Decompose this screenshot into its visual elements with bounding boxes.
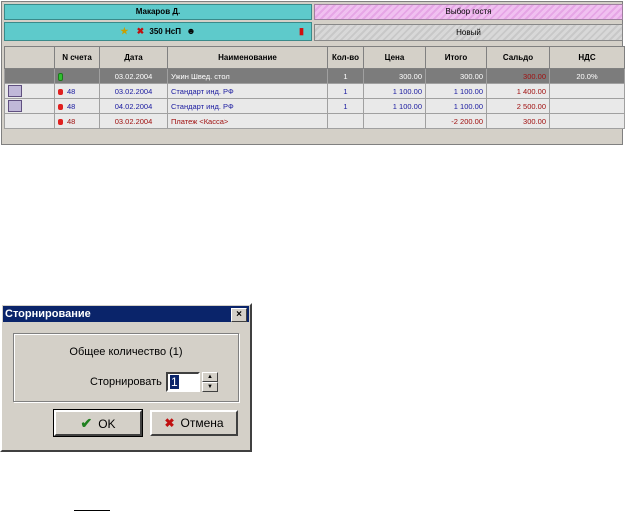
row-icon-cell	[4, 68, 55, 84]
total-cell: 1 100.00	[425, 98, 487, 114]
key-icon: ★	[120, 26, 129, 37]
person-icon: ☻	[186, 26, 196, 37]
date-cell: 03.02.2004	[99, 68, 168, 84]
col-name[interactable]: Наименование	[167, 46, 328, 69]
tab-select-guest[interactable]: Выбор гостя	[314, 4, 623, 20]
divider	[74, 510, 110, 511]
total-cell: -2 200.00	[425, 113, 487, 129]
status-red-icon	[58, 118, 63, 125]
vat-cell	[549, 83, 625, 99]
status-red-icon	[58, 88, 63, 95]
col-icon[interactable]	[4, 46, 55, 69]
price-cell: 1 100.00	[363, 83, 426, 99]
cross-icon: ✖	[136, 26, 145, 37]
name-cell: Стандарт инд. РФ	[167, 83, 328, 99]
col-saldo[interactable]: Сальдо	[486, 46, 550, 69]
saldo-cell: 2 500.00	[486, 98, 550, 114]
cancel-label: Отмена	[180, 416, 224, 430]
tab-new[interactable]: Новый	[314, 24, 623, 41]
storno-groupbox: Общее количество (1) Сторнировать 1 ▲ ▼	[13, 333, 239, 402]
calendar-icon[interactable]	[8, 100, 22, 112]
qty-cell: 1	[327, 98, 364, 114]
name-cell: Ужин Швед. стол	[167, 68, 328, 84]
account-cell: 48	[54, 98, 100, 114]
col-total[interactable]: Итого	[425, 46, 487, 69]
col-vat[interactable]: НДС	[549, 46, 625, 69]
account-cell: 48	[54, 83, 100, 99]
tab-room[interactable]: ★ ✖ 350 НсП ☻ ▮	[4, 22, 312, 41]
ok-button[interactable]: ✔ OK	[53, 409, 143, 437]
dialog-titlebar[interactable]: Сторнирование ×	[3, 306, 249, 322]
quantity-stepper[interactable]: ▲ ▼	[202, 372, 218, 392]
folio-table: N счета Дата Наименование Кол-во Цена Ит…	[4, 46, 625, 129]
check-icon: ✔	[80, 415, 93, 431]
name-cell: Платеж <Касса>	[167, 113, 328, 129]
dialog-title: Сторнирование	[5, 308, 91, 320]
cancel-button[interactable]: ✖ Отмена	[150, 410, 238, 436]
date-cell: 04.02.2004	[99, 98, 168, 114]
account-cell	[54, 68, 100, 84]
vat-cell: 20.0%	[549, 68, 625, 84]
table-row[interactable]: 03.02.2004 Ужин Швед. стол 1 300.00 300.…	[4, 68, 625, 84]
table-header: N счета Дата Наименование Кол-во Цена Ит…	[4, 46, 625, 69]
storno-dialog: Сторнирование × Общее количество (1) Сто…	[0, 303, 252, 452]
price-cell: 1 100.00	[363, 98, 426, 114]
date-cell: 03.02.2004	[99, 83, 168, 99]
price-cell	[363, 113, 426, 129]
calendar-icon[interactable]	[8, 85, 22, 97]
cross-icon: ✖	[164, 416, 175, 430]
ok-label: OK	[98, 417, 116, 431]
close-button[interactable]: ×	[231, 308, 247, 322]
vat-cell	[549, 113, 625, 129]
bottle-icon: ▮	[299, 26, 304, 36]
total-quantity-label: Общее количество (1)	[69, 346, 183, 358]
saldo-cell: 300.00	[486, 68, 550, 84]
room-label: 350 НсП	[149, 27, 181, 36]
row-icon-cell	[4, 98, 55, 114]
table-row[interactable]: 48 03.02.2004 Платеж <Касса> -2 200.00 3…	[4, 113, 625, 129]
vat-cell	[549, 98, 625, 114]
saldo-cell: 300.00	[486, 113, 550, 129]
spin-up-button[interactable]: ▲	[202, 372, 218, 382]
folio-panel: Макаров Д. Выбор гостя ★ ✖ 350 НсП ☻ ▮ Н…	[1, 1, 625, 145]
spin-down-button[interactable]: ▼	[202, 382, 218, 392]
status-green-icon	[58, 72, 63, 81]
status-red-icon	[58, 103, 63, 110]
price-cell: 300.00	[363, 68, 426, 84]
account-cell: 48	[54, 113, 100, 129]
date-cell: 03.02.2004	[99, 113, 168, 129]
storno-quantity-input[interactable]: 1	[166, 372, 200, 392]
qty-cell: 1	[327, 68, 364, 84]
total-cell: 1 100.00	[425, 83, 487, 99]
col-account[interactable]: N счета	[54, 46, 100, 69]
saldo-cell: 1 400.00	[486, 83, 550, 99]
col-qty[interactable]: Кол-во	[327, 46, 364, 69]
tab-guest[interactable]: Макаров Д.	[4, 4, 312, 20]
row-icon-cell	[4, 113, 55, 129]
table-row[interactable]: 48 03.02.2004 Стандарт инд. РФ 1 1 100.0…	[4, 83, 625, 99]
qty-cell	[327, 113, 364, 129]
storno-label: Сторнировать	[90, 376, 162, 388]
storno-quantity-value: 1	[170, 375, 179, 389]
table-row[interactable]: 48 04.02.2004 Стандарт инд. РФ 1 1 100.0…	[4, 98, 625, 114]
name-cell: Стандарт инд. РФ	[167, 98, 328, 114]
total-cell: 300.00	[425, 68, 487, 84]
col-price[interactable]: Цена	[363, 46, 426, 69]
row-icon-cell	[4, 83, 55, 99]
qty-cell: 1	[327, 83, 364, 99]
col-date[interactable]: Дата	[99, 46, 168, 69]
